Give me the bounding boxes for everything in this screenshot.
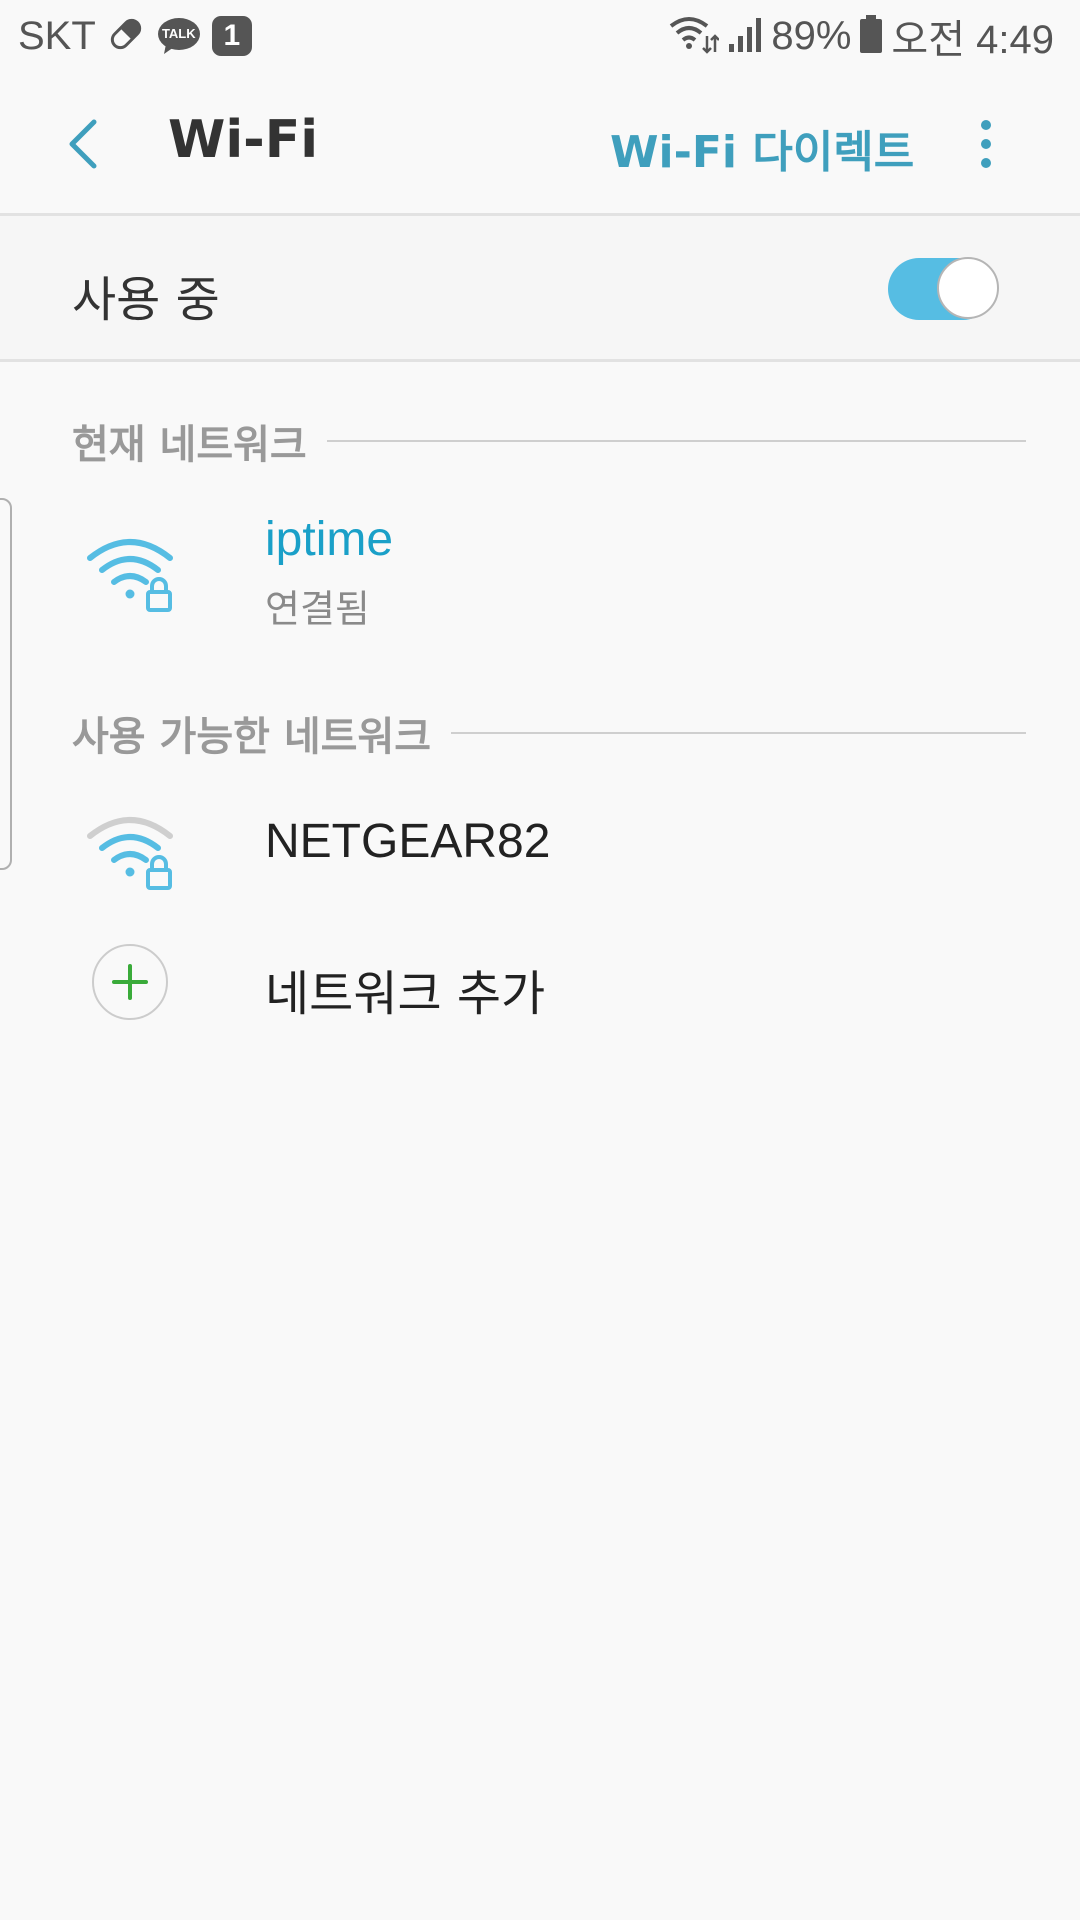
kakaotalk-icon: TALK — [156, 16, 202, 56]
section-title: 사용 가능한 네트워크 — [72, 714, 432, 760]
section-header-current: 현재 네트워크 — [72, 412, 1026, 470]
carrier-label: SKT — [18, 13, 96, 58]
clock: 오전 4:49 — [891, 18, 1054, 62]
more-options-button[interactable] — [968, 112, 1004, 176]
add-network-row[interactable]: 네트워크 추가 — [0, 932, 1080, 1032]
current-network-row[interactable]: iptime 연결됨 — [0, 500, 1080, 631]
network-name: NETGEAR82 — [265, 815, 551, 868]
add-network-button[interactable] — [92, 944, 168, 1020]
network-name: iptime — [265, 513, 394, 566]
battery-percent: 89% — [771, 13, 852, 58]
wifi-lock-icon — [86, 530, 182, 614]
master-switch-label: 사용 중 — [72, 272, 220, 328]
more-dot — [981, 158, 991, 168]
wifi-master-switch-row[interactable]: 사용 중 — [0, 216, 1080, 360]
page-title: Wi-Fi — [168, 110, 319, 170]
chevron-left-icon — [69, 119, 97, 169]
app-bar: Wi-Fi Wi-Fi 다이렉트 — [0, 72, 1080, 214]
section-divider — [326, 440, 1026, 442]
network-status: 연결됨 — [265, 587, 370, 631]
add-network-label: 네트워크 추가 — [265, 966, 546, 1022]
section-divider — [451, 732, 1026, 734]
notification-count-badge: 1 — [211, 16, 252, 56]
status-bar-left: SKT TALK 1 — [18, 10, 252, 62]
available-network-row[interactable]: NETGEAR82 — [0, 790, 1080, 910]
talk-label: TALK — [161, 26, 196, 41]
wifi-direct-button[interactable]: Wi-Fi 다이렉트 — [610, 116, 914, 180]
status-bar: SKT TALK 1 89% 오전 4:49 — [0, 0, 1080, 72]
wifi-toggle[interactable] — [888, 257, 1000, 320]
status-bar-right: 89% 오전 4:49 — [669, 10, 1054, 62]
section-header-available: 사용 가능한 네트워크 — [72, 704, 1026, 762]
divider — [0, 359, 1080, 362]
more-dot — [981, 139, 991, 149]
pill-icon — [106, 14, 146, 58]
more-vertical-icon — [981, 120, 991, 130]
back-button[interactable] — [52, 112, 116, 176]
wifi-lock-icon — [86, 808, 182, 892]
cell-signal-icon — [727, 14, 763, 58]
plus-icon — [112, 964, 148, 1000]
battery-icon — [859, 14, 883, 58]
toggle-knob — [937, 257, 999, 319]
section-title: 현재 네트워크 — [72, 422, 307, 468]
wifi-transfer-icon — [669, 14, 721, 58]
